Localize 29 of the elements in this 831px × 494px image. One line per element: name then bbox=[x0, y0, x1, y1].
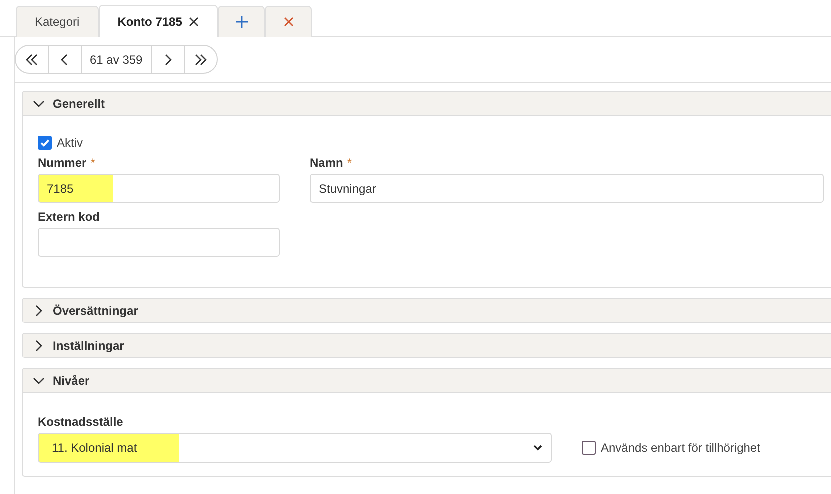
tab[interactable]: Kategori bbox=[16, 6, 99, 37]
section-header[interactable]: Nivåer bbox=[23, 369, 831, 392]
required-mark: * bbox=[90, 156, 96, 170]
field-label: Kostnadsställe bbox=[38, 415, 124, 429]
double-chevron-left-icon bbox=[26, 54, 38, 66]
checkbox-label: Används enbart för tillhörighet bbox=[601, 441, 760, 455]
dropdown[interactable]: 11. Kolonial mat bbox=[38, 433, 552, 463]
required-mark: * bbox=[347, 156, 352, 170]
chevron-right-icon bbox=[33, 304, 45, 316]
field-label: Namn bbox=[310, 156, 344, 170]
section-header[interactable]: Översättningar bbox=[23, 299, 831, 322]
section-header[interactable]: Generellt bbox=[23, 92, 831, 115]
checkbox-label: Aktiv bbox=[57, 136, 84, 150]
plus-icon bbox=[236, 16, 248, 28]
checkbox[interactable] bbox=[582, 441, 596, 455]
input-field[interactable]: 7185 bbox=[38, 174, 280, 203]
input-field[interactable]: Stuvningar bbox=[310, 174, 824, 203]
double-chevron-right-icon bbox=[194, 54, 207, 66]
close-icon bbox=[284, 17, 294, 27]
checkbox[interactable] bbox=[38, 136, 52, 150]
field-label: Extern kod bbox=[38, 210, 100, 224]
close-icon[interactable] bbox=[189, 16, 200, 26]
chevron-right-icon bbox=[33, 340, 45, 352]
section-header[interactable]: Inställningar bbox=[23, 334, 831, 357]
record-position: 61 av 359 bbox=[82, 46, 152, 73]
tab[interactable]: Konto 7185 bbox=[98, 5, 218, 37]
field-label: Nummer bbox=[38, 156, 87, 170]
caret-icon bbox=[533, 443, 543, 453]
input-field[interactable] bbox=[38, 228, 280, 257]
